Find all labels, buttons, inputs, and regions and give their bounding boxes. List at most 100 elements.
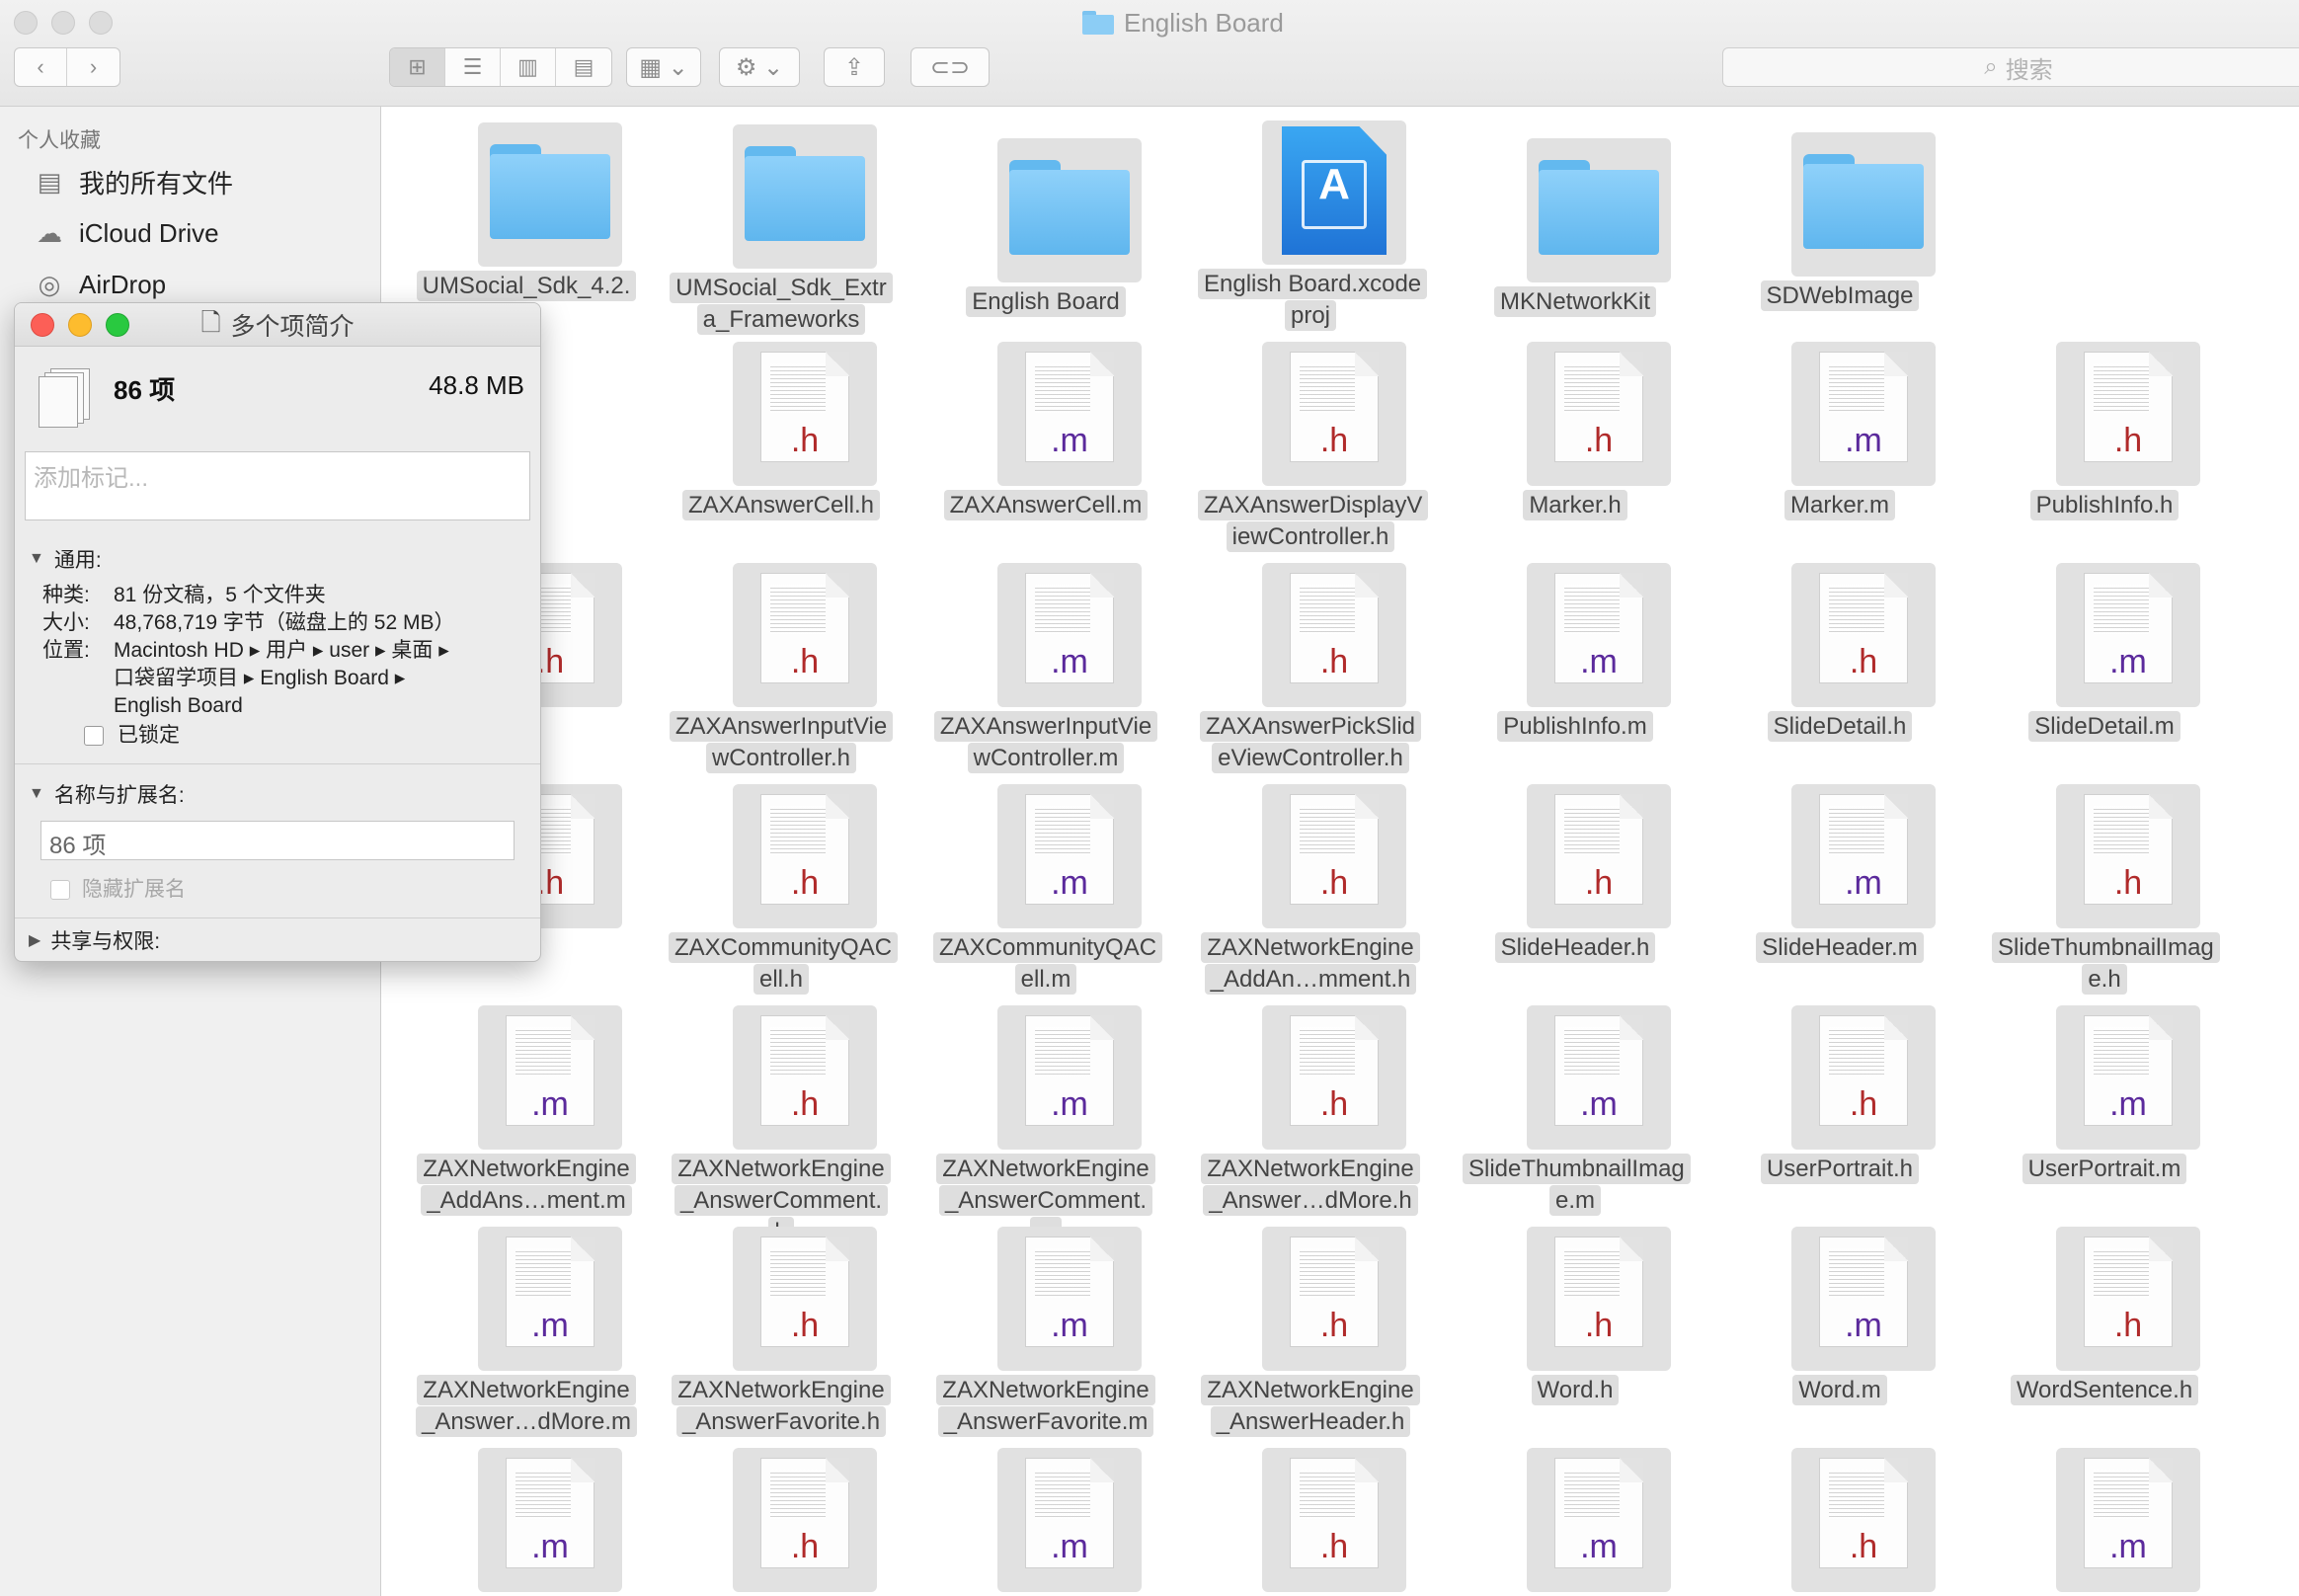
file-item[interactable]: .m SlideThumbnailImage.m <box>1457 1001 1694 1223</box>
hide-extension-checkbox[interactable] <box>50 880 70 900</box>
file-item[interactable]: .h ZAXNetworkEngine_Answer…dMore.h <box>1192 1001 1429 1223</box>
file-item[interactable]: .m <box>1986 1444 2223 1596</box>
kind-label: 种类: <box>42 584 90 606</box>
where-label: 位置: <box>42 639 90 662</box>
sidebar-item-airdrop[interactable]: ◎ AirDrop <box>34 263 166 306</box>
file-name-label: ZAXCommunityQACell.m <box>933 932 1163 996</box>
file-name-label: English Board <box>933 286 1158 318</box>
file-name-text: ZAXAnswerInputViewController.m <box>933 711 1158 773</box>
file-item[interactable]: .m <box>408 1444 645 1596</box>
file-item[interactable]: A English Board.xcodeproj <box>1192 117 1429 338</box>
file-item[interactable]: .mZAXNetworkEngine_AnswerComment.m <box>927 1001 1164 1247</box>
folder-item[interactable]: MKNetworkKit <box>1457 134 1694 356</box>
header-file-icon: .h <box>1262 784 1406 928</box>
sidebar-item-all-my-files[interactable]: ▤ 我的所有文件 <box>34 160 233 203</box>
sharing-section-toggle[interactable]: ▶ 共享与权限: <box>29 925 160 955</box>
zoom-window-button[interactable] <box>89 11 113 35</box>
source-file-icon: .m <box>2056 1005 2200 1150</box>
file-item[interactable]: .h Word.h <box>1457 1223 1694 1444</box>
file-item[interactable]: .m UserPortrait.m <box>1986 1001 2223 1223</box>
kind-value: 81 份文稿，5 个文件夹 <box>114 584 326 606</box>
folder-item[interactable]: UMSocial_Sdk_Extra_Frameworks <box>663 120 900 342</box>
file-item[interactable]: .h <box>1721 1444 1958 1596</box>
file-name-label: SlideHeader.m <box>1727 932 1952 964</box>
size-row: 大小: 48,768,719 字节（磁盘上的 52 MB） <box>42 609 454 637</box>
file-item[interactable]: .h ZAXAnswerInputViewController.h <box>663 559 900 780</box>
name-field[interactable]: 86 项 <box>40 821 515 860</box>
list-view-button[interactable]: ☰ <box>445 48 501 86</box>
arrange-button[interactable]: ▦ ⌄ <box>626 47 701 87</box>
header-file-icon: .h <box>1791 563 1936 707</box>
file-item[interactable]: .h ZAXNetworkEngine_AddAn…mment.h <box>1192 780 1429 1001</box>
folder-icon <box>733 124 877 269</box>
back-button[interactable]: ‹ <box>15 48 68 86</box>
file-item[interactable]: .h WordSentence.h <box>1986 1223 2223 1444</box>
window-title-text: English Board <box>1124 7 1284 38</box>
locked-checkbox[interactable] <box>84 726 104 746</box>
folder-item[interactable]: English Board <box>927 134 1164 356</box>
file-item[interactable]: .m PublishInfo.m <box>1457 559 1694 780</box>
file-name-text: MKNetworkKit <box>1493 286 1657 317</box>
folder-item[interactable]: SDWebImage <box>1721 128 1958 350</box>
disclosure-triangle-icon: ▶ <box>29 932 41 949</box>
file-item[interactable]: .h ZAXCommunityQACell.h <box>663 780 900 1001</box>
file-name-text: WordSentence.h <box>2010 1375 2199 1405</box>
file-item[interactable]: .h SlideThumbnailImage.h <box>1986 780 2223 1001</box>
file-item[interactable]: .h SlideHeader.h <box>1457 780 1694 1001</box>
general-section-toggle[interactable]: ▼ 通用: <box>29 544 102 574</box>
file-item[interactable]: .h ZAXAnswerCell.h <box>663 338 900 559</box>
file-item[interactable]: .m ZAXNetworkEngine_Answer…dMore.m <box>408 1223 645 1444</box>
file-item[interactable]: .m <box>927 1444 1164 1596</box>
name-extension-section-toggle[interactable]: ▼ 名称与扩展名: <box>29 779 185 809</box>
file-item[interactable]: .m <box>1457 1444 1694 1596</box>
file-item[interactable]: .h ZAXNetworkEngine_AnswerFavorite.h <box>663 1223 900 1444</box>
action-gear-button[interactable]: ⚙ ⌄ <box>719 47 800 87</box>
file-item[interactable]: .m Word.m <box>1721 1223 1958 1444</box>
header-file-icon: .h <box>1527 1227 1671 1371</box>
file-name-label: ZAXAnswerPickSlideViewController.h <box>1198 711 1423 774</box>
sidebar-item-icloud-drive[interactable]: ☁ iCloud Drive <box>34 211 219 255</box>
header-file-icon: .h <box>733 342 877 486</box>
info-panel-titlebar[interactable]: 🗋 多个项简介 <box>15 303 540 347</box>
file-name-text: SlideDetail.h <box>1767 711 1913 742</box>
header-file-icon: .h <box>733 1005 877 1150</box>
tags-input[interactable]: 添加标记... <box>25 451 530 520</box>
file-item[interactable]: .m ZAXCommunityQACell.m <box>927 780 1164 1001</box>
file-item[interactable]: .h ZAXAnswerDisplayViewController.h <box>1192 338 1429 559</box>
file-item[interactable]: .h UserPortrait.h <box>1721 1001 1958 1223</box>
file-item[interactable]: .h PublishInfo.h <box>1986 338 2223 559</box>
edit-tags-button[interactable]: ⊂⊃ <box>911 47 990 87</box>
forward-button[interactable]: › <box>67 48 119 86</box>
coverflow-view-button[interactable]: ▤ <box>556 48 611 86</box>
search-field[interactable]: ⌕ 搜索 <box>1722 47 2299 87</box>
file-item[interactable]: .m Marker.m <box>1721 338 1958 559</box>
share-button[interactable]: ⇪ <box>824 47 885 87</box>
file-item[interactable]: .m ZAXNetworkEngine_AddAns…ment.m <box>408 1001 645 1223</box>
file-name-label: ZAXNetworkEngine_AddAns…ment.m <box>414 1154 639 1217</box>
file-item[interactable]: .h Marker.h <box>1457 338 1694 559</box>
file-item[interactable]: .m ZAXAnswerInputViewController.m <box>927 559 1164 780</box>
divider <box>15 763 540 764</box>
file-item[interactable]: .h <box>1192 1444 1429 1596</box>
file-item[interactable]: .h ZAXNetworkEngine_AnswerHeader.h <box>1192 1223 1429 1444</box>
column-view-button[interactable]: ▥ <box>501 48 556 86</box>
file-item[interactable]: .m SlideDetail.m <box>1986 559 2223 780</box>
file-item[interactable]: .m ZAXAnswerCell.m <box>927 338 1164 559</box>
file-name-text: SlideHeader.m <box>1756 932 1924 963</box>
file-name-label: ZAXNetworkEngine_AddAn…mment.h <box>1198 932 1423 996</box>
file-name-text: ZAXNetworkEngine_AnswerFavorite.h <box>672 1375 891 1437</box>
file-item[interactable]: .m SlideHeader.m <box>1721 780 1958 1001</box>
source-file-icon: .m <box>1527 563 1671 707</box>
file-item[interactable]: .m ZAXNetworkEngine_AnswerFavorite.m <box>927 1223 1164 1444</box>
file-item[interactable]: .hZAXNetworkEngine_AnswerComment.h <box>663 1001 900 1247</box>
window-title: English Board <box>1082 6 1284 40</box>
close-window-button[interactable] <box>14 11 38 35</box>
file-item[interactable]: .h ZAXAnswerPickSlideViewController.h <box>1192 559 1429 780</box>
file-name-text: ZAXAnswerPickSlideViewController.h <box>1199 711 1422 773</box>
file-item[interactable]: .h <box>663 1444 900 1596</box>
file-name-label: PublishInfo.m <box>1463 711 1688 743</box>
icon-view-button[interactable]: ⊞ <box>390 48 445 86</box>
file-item[interactable]: .h SlideDetail.h <box>1721 559 1958 780</box>
minimize-window-button[interactable] <box>51 11 75 35</box>
file-name-label: ZAXAnswerCell.m <box>933 490 1158 521</box>
